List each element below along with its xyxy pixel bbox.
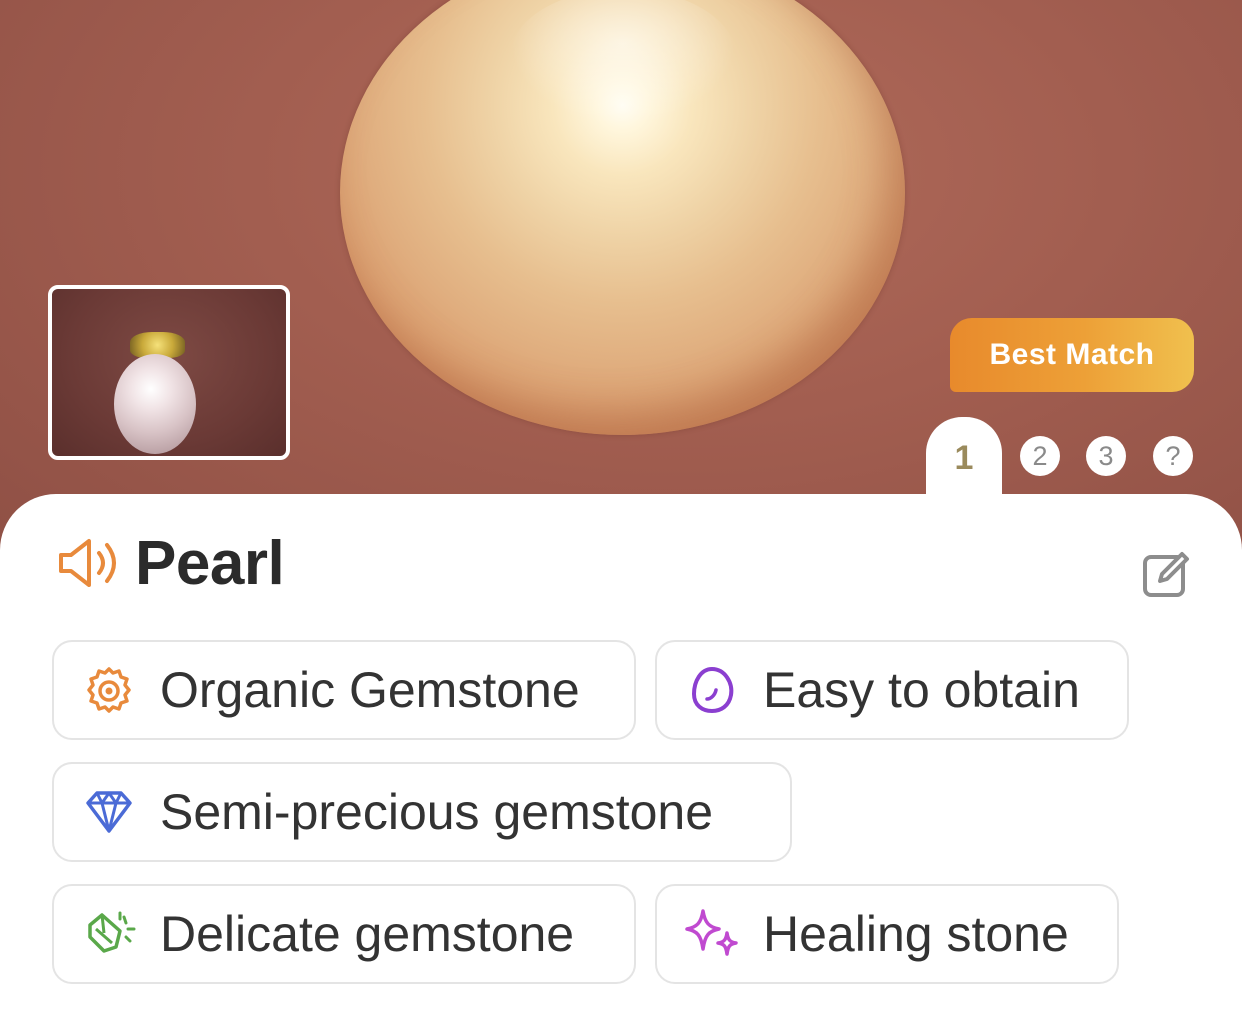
- crystal-icon: [88, 911, 136, 953]
- tag-semi-precious-gemstone[interactable]: Semi-precious gemstone: [52, 762, 792, 862]
- result-page-tab-2[interactable]: 2: [1020, 436, 1060, 476]
- diamond-icon: [86, 791, 132, 833]
- speaker-icon[interactable]: [55, 533, 125, 593]
- specimen-photo: [0, 0, 1242, 560]
- tag-label: Semi-precious gemstone: [160, 784, 714, 840]
- egg-icon: [691, 666, 734, 714]
- tag-easy-to-obtain[interactable]: Easy to obtain: [655, 640, 1129, 740]
- user-photo-thumbnail[interactable]: [48, 285, 290, 460]
- title-row: Pearl: [55, 528, 285, 598]
- tag-label: Easy to obtain: [763, 662, 1080, 718]
- tag-delicate-gemstone[interactable]: Delicate gemstone: [52, 884, 636, 984]
- main-pearl-image: [340, 0, 905, 435]
- gem-name: Pearl: [135, 528, 285, 598]
- tag-organic-gemstone[interactable]: Organic Gemstone: [52, 640, 636, 740]
- best-match-badge: Best Match: [950, 318, 1194, 392]
- edit-icon[interactable]: [1140, 548, 1192, 600]
- tag-label: Organic Gemstone: [160, 662, 580, 718]
- tag-healing-stone[interactable]: Healing stone: [655, 884, 1119, 984]
- sparkles-icon: [685, 909, 738, 956]
- shell-icon: [87, 667, 131, 713]
- result-page-tab-1[interactable]: 1: [926, 417, 1002, 507]
- result-page-tab-unknown[interactable]: ?: [1153, 436, 1193, 476]
- tag-label: Healing stone: [763, 906, 1069, 962]
- tag-label: Delicate gemstone: [160, 906, 575, 962]
- thumbnail-pearl: [114, 354, 196, 454]
- result-page-tab-3[interactable]: 3: [1086, 436, 1126, 476]
